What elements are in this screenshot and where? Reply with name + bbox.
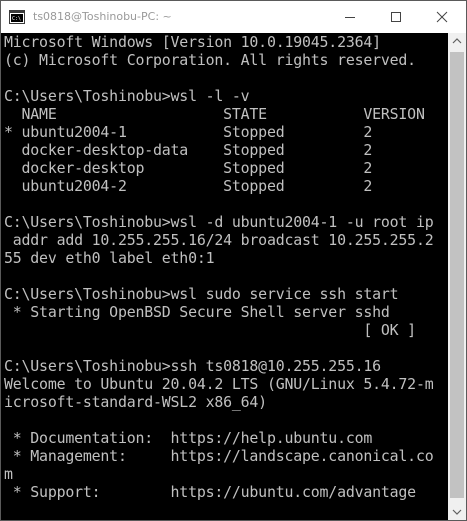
console-line: icrosoft-standard-WSL2 x86_64) xyxy=(4,393,267,411)
console-line: NAME STATE VERSION xyxy=(4,105,425,123)
close-button[interactable] xyxy=(419,1,465,33)
console-line: C:\Users\Toshinobu>wsl sudo service ssh … xyxy=(4,285,399,303)
console-line: [ OK ] xyxy=(4,321,416,339)
console-line: C:\Users\Toshinobu>wsl -l -v xyxy=(4,87,250,105)
console-line: Welcome to Ubuntu 20.04.2 LTS (GNU/Linux… xyxy=(4,375,434,393)
console-line: * Starting OpenBSD Secure Shell server s… xyxy=(4,303,390,321)
console-output[interactable]: Microsoft Windows [Version 10.0.19045.23… xyxy=(1,33,448,520)
close-icon xyxy=(436,11,448,23)
console-line: C:\Users\Toshinobu>ssh ts0818@10.255.255… xyxy=(4,357,381,375)
minimize-button[interactable] xyxy=(327,1,373,33)
console-line: 55 dev eth0 label eth0:1 xyxy=(4,249,215,267)
minimize-icon xyxy=(345,17,355,18)
svg-text:C:\: C:\ xyxy=(12,16,21,22)
console-line: (c) Microsoft Corporation. All rights re… xyxy=(4,51,416,69)
vertical-scrollbar[interactable] xyxy=(448,33,466,520)
console-text: Microsoft Windows [Version 10.0.19045.23… xyxy=(1,33,448,501)
title-bar[interactable]: C:\ ts0818@Toshinobu-PC: ~ xyxy=(1,1,466,33)
console-line: * Support: https://ubuntu.com/advantage xyxy=(4,483,416,501)
console-line: * Management: https://landscape.canonica… xyxy=(4,447,434,465)
console-line: * Documentation: https://help.ubuntu.com xyxy=(4,429,373,447)
console-line: Microsoft Windows [Version 10.0.19045.23… xyxy=(4,33,381,51)
scroll-down-button[interactable] xyxy=(448,503,466,520)
console-line: ubuntu2004-2 Stopped 2 xyxy=(4,177,373,195)
scroll-thumb[interactable] xyxy=(450,52,464,498)
terminal-window: C:\ ts0818@Toshinobu-PC: ~ Microsoft Win… xyxy=(0,0,467,521)
chevron-up-icon xyxy=(452,38,462,44)
window-title: ts0818@Toshinobu-PC: ~ xyxy=(33,10,172,23)
console-line: * ubuntu2004-1 Stopped 2 xyxy=(4,123,373,141)
console-app-icon[interactable]: C:\ xyxy=(9,10,25,24)
console-line: docker-desktop-data Stopped 2 xyxy=(4,141,373,159)
console-line: C:\Users\Toshinobu>wsl -d ubuntu2004-1 -… xyxy=(4,213,434,231)
chevron-down-icon xyxy=(452,509,462,515)
console-line: docker-desktop Stopped 2 xyxy=(4,159,373,177)
console-line: m xyxy=(4,465,13,483)
console-line: addr add 10.255.255.16/24 broadcast 10.2… xyxy=(4,231,434,249)
maximize-icon xyxy=(391,12,401,22)
maximize-button[interactable] xyxy=(373,1,419,33)
scroll-up-button[interactable] xyxy=(448,33,466,50)
